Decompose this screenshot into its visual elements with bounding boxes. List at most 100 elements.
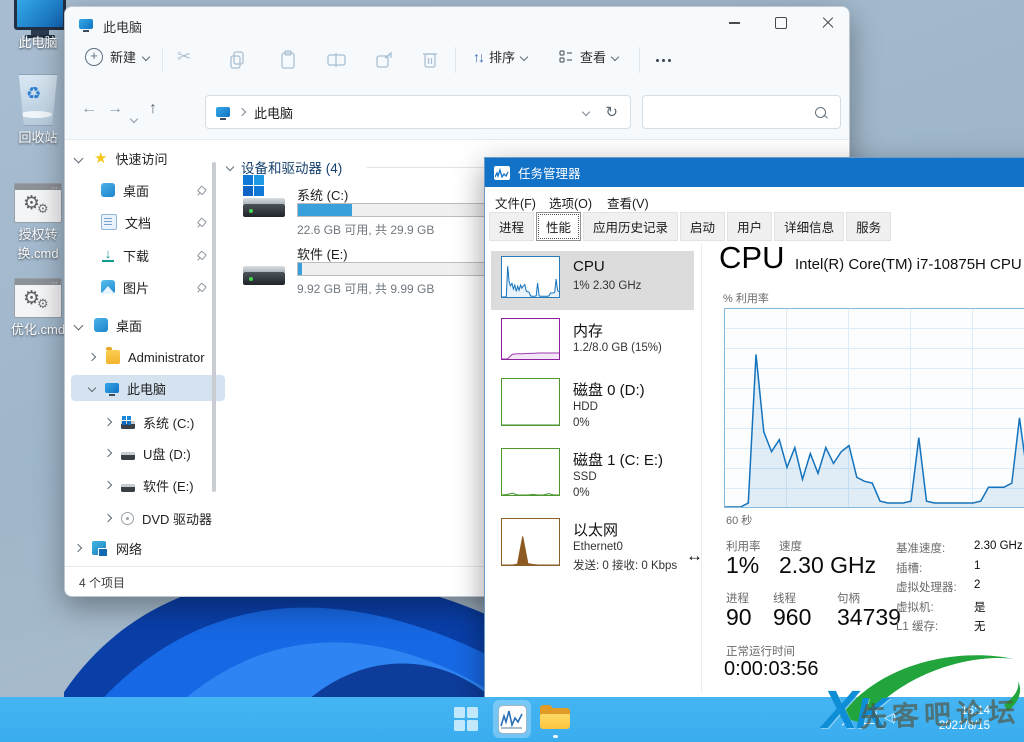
menu-file[interactable]: 文件(F) (495, 193, 536, 212)
desktop: 此电脑 ♻ 回收站 ⋯ ⚙⚙ 授权转换.cmd ⋯ ⚙⚙ 优化.cmd 此电脑 … (0, 0, 1024, 742)
taskbar-item-taskmgr[interactable] (493, 700, 531, 738)
share-icon[interactable] (375, 50, 395, 70)
more-options-button[interactable] (656, 59, 671, 62)
delete-icon[interactable] (421, 50, 439, 70)
recycle-bin-icon: ♻ (16, 74, 60, 126)
breadcrumb-location[interactable]: 此电脑 (254, 103, 293, 122)
tray-display-icon[interactable] (862, 712, 877, 724)
forward-button[interactable]: → (107, 100, 123, 118)
sidebar-item-documents[interactable]: 文档 (101, 209, 205, 235)
sidebar-item-this-pc[interactable]: 此电脑 (71, 375, 225, 401)
drive-item-c[interactable] (243, 185, 285, 219)
perf-item-cpu[interactable] (501, 256, 560, 303)
drive-e-name[interactable]: 软件 (E:) (297, 244, 348, 263)
cpu-detail-heading: CPU (719, 240, 784, 276)
start-button[interactable] (454, 707, 478, 731)
disk1-item-pct: 0% (573, 487, 590, 499)
memory-item-title[interactable]: 内存 (573, 320, 603, 341)
clock-time: 16:14 (915, 704, 990, 719)
copy-icon[interactable] (229, 50, 247, 70)
up-button[interactable]: ↑ (149, 100, 157, 118)
tab-performance[interactable]: 性能 (536, 212, 581, 241)
paste-icon[interactable] (279, 50, 297, 70)
cpu-item-title[interactable]: CPU (573, 258, 605, 275)
desktop-icon-recycle-bin[interactable]: ♻ (16, 74, 60, 126)
sidebar-item-administrator[interactable]: Administrator (89, 344, 205, 370)
sidebar-item-drive-c[interactable]: 系统 (C:) (105, 409, 194, 435)
panel-divider[interactable] (701, 243, 702, 693)
sort-button-label: 排序 (489, 47, 515, 66)
sidebar-item-drive-d[interactable]: U盘 (D:) (105, 440, 191, 466)
sidebar-item-drive-e[interactable]: 软件 (E:) (105, 472, 194, 498)
sidebar-label: U盘 (D:) (143, 444, 191, 463)
tray-volume-icon[interactable]: ◁) (884, 711, 896, 724)
desktop-icon-optimize-cmd[interactable]: ⋯ ⚙⚙ (14, 278, 62, 318)
sockets-label: 插槽: (896, 560, 922, 576)
sidebar-item-pictures[interactable]: 图片 (101, 274, 205, 300)
new-button[interactable]: + 新建 (85, 47, 149, 66)
view-button[interactable]: 查看 (558, 47, 618, 66)
drive-item-e[interactable] (243, 253, 285, 287)
disk1-item-title[interactable]: 磁盘 1 (C: E:) (573, 449, 663, 470)
rename-icon[interactable] (327, 50, 347, 70)
search-box[interactable] (642, 95, 841, 129)
sidebar-label: 下载 (123, 246, 149, 265)
cmd-gear-icon: ⋯ ⚙⚙ (14, 183, 62, 223)
address-bar[interactable]: 此电脑 ↻ (205, 95, 631, 129)
item-count-status: 4 个项目 (79, 574, 125, 591)
ethernet-item-title[interactable]: 以太网 (573, 519, 618, 540)
back-button[interactable]: ← (81, 100, 97, 118)
perf-item-disk0[interactable] (501, 378, 560, 431)
maximize-button[interactable] (764, 12, 798, 34)
menu-view[interactable]: 查看(V) (607, 193, 649, 212)
taskmgr-titlebar[interactable]: 任务管理器 (485, 158, 1024, 187)
view-button-label: 查看 (580, 47, 606, 66)
sidebar-item-downloads[interactable]: ↓ 下载 (101, 242, 205, 268)
address-dropdown-chevron[interactable] (582, 108, 590, 116)
plus-icon: + (85, 48, 103, 66)
taskbar-item-explorer[interactable] (540, 706, 570, 730)
collapse-chevron-icon (74, 320, 84, 330)
tab-details[interactable]: 详细信息 (774, 212, 844, 241)
close-button[interactable] (811, 12, 845, 34)
drive-c-name[interactable]: 系统 (C:) (297, 185, 348, 204)
recent-locations-chevron[interactable] (131, 109, 137, 127)
tab-users[interactable]: 用户 (727, 212, 772, 241)
sidebar-scrollbar[interactable] (212, 162, 216, 492)
sidebar-item-desktop-tree[interactable]: 桌面 (75, 312, 142, 338)
perf-item-memory[interactable] (501, 318, 560, 365)
expand-chevron-icon (104, 449, 112, 457)
close-icon (822, 17, 834, 29)
tab-startup[interactable]: 启动 (680, 212, 725, 241)
sort-button[interactable]: ↑↓ 排序 (473, 47, 527, 66)
chevron-down-icon (611, 52, 619, 60)
menu-options[interactable]: 选项(O) (549, 193, 592, 212)
cut-icon[interactable]: ✂ (177, 47, 191, 67)
downloads-icon: ↓ (101, 248, 115, 262)
ethernet-sparkline (501, 518, 560, 566)
this-pc-icon (216, 107, 230, 117)
desktop-icon-optimize-cmd-label[interactable]: 优化.cmd (5, 319, 71, 338)
sidebar-item-network[interactable]: 网络 (75, 535, 142, 561)
perf-item-disk1[interactable] (501, 448, 560, 501)
tab-processes[interactable]: 进程 (489, 212, 534, 241)
minimize-button[interactable] (717, 12, 751, 34)
l1-cache-value: 无 (974, 618, 986, 634)
desktop-icon-auth-cmd-label[interactable]: 授权转换.cmd (5, 224, 71, 262)
tab-app-history[interactable]: 应用历史记录 (583, 212, 678, 241)
sidebar-label: 此电脑 (127, 379, 166, 398)
pin-icon (194, 249, 207, 262)
disk0-item-title[interactable]: 磁盘 0 (D:) (573, 379, 645, 400)
sidebar-item-dvd[interactable]: DVD 驱动器 (105, 505, 212, 531)
tab-services[interactable]: 服务 (846, 212, 891, 241)
perf-item-ethernet[interactable] (501, 518, 560, 571)
mouse-cursor-resize: ↔ (686, 546, 703, 566)
sort-arrows-icon: ↑↓ (473, 49, 483, 65)
sidebar-item-desktop-pinned[interactable]: 桌面 (101, 177, 205, 203)
clock[interactable]: 16:14 2021/8/15 (915, 704, 990, 734)
tray-chevron-up[interactable] (843, 715, 849, 733)
desktop-icon-auth-cmd[interactable]: ⋯ ⚙⚙ (14, 183, 62, 223)
devices-group-header[interactable]: 设备和驱动器 (4) (227, 157, 342, 177)
refresh-icon[interactable]: ↻ (605, 103, 618, 121)
sidebar-item-quick-access[interactable]: ★ 快速访问 (75, 145, 167, 171)
